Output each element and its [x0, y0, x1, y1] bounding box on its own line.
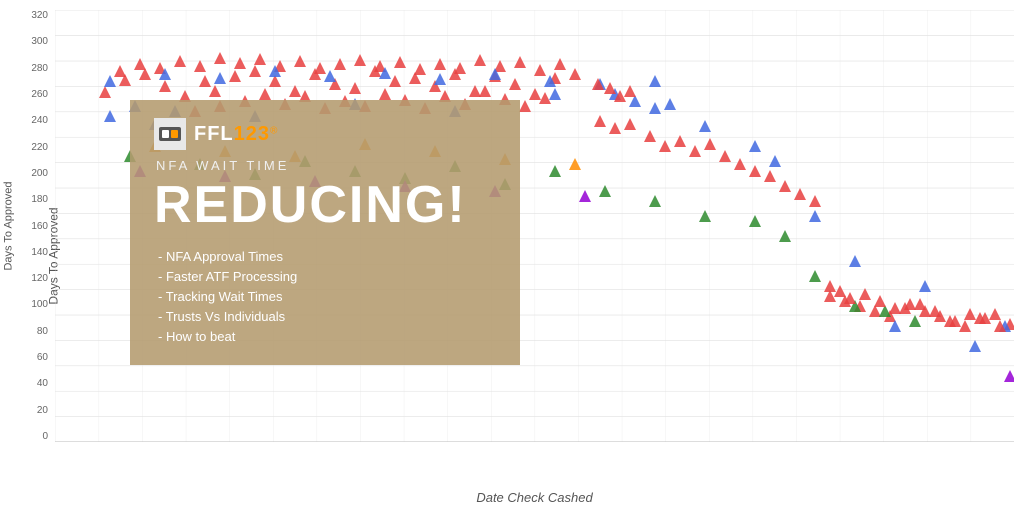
y-axis-label-container: Days To Approved	[0, 10, 18, 442]
y-tick-300: 300	[31, 36, 48, 47]
y-tick-40: 40	[37, 378, 48, 389]
x-axis-label: Date Check Cashed	[476, 490, 592, 505]
y-tick-60: 60	[37, 352, 48, 363]
y-tick-120: 120	[31, 273, 48, 284]
bullet-item-2: - Faster ATF Processing	[154, 269, 496, 284]
logo-row: FFL123®	[154, 118, 496, 150]
bullet-list: - NFA Approval Times - Faster ATF Proces…	[154, 249, 496, 344]
y-tick-220: 220	[31, 142, 48, 153]
y-tick-260: 260	[31, 89, 48, 100]
chart-container: Days To Approved	[0, 0, 1024, 512]
logo-icon	[154, 118, 186, 150]
logo-number: 123	[234, 123, 270, 145]
y-tick-240: 240	[31, 115, 48, 126]
x-axis-label-container: Date Check Cashed	[55, 489, 1014, 507]
y-axis-label: Days To Approved	[3, 181, 15, 270]
y-tick-280: 280	[31, 63, 48, 74]
bullet-item-4: - Trusts Vs Individuals	[154, 309, 496, 324]
y-tick-200: 200	[31, 168, 48, 179]
main-heading: REDUCING!	[154, 179, 496, 231]
logo-registered: ®	[270, 125, 277, 136]
logo-text: FFL123®	[194, 123, 277, 146]
y-tick-320: 320	[31, 10, 48, 21]
bullet-item-1: - NFA Approval Times	[154, 249, 496, 264]
y-tick-100: 100	[31, 299, 48, 310]
overlay-card: FFL123® NFA WAIT TIME REDUCING! - NFA Ap…	[130, 100, 520, 365]
y-tick-20: 20	[37, 405, 48, 416]
y-tick-160: 160	[31, 221, 48, 232]
subtitle: NFA WAIT TIME	[156, 158, 496, 173]
y-tick-0: 0	[42, 431, 48, 442]
logo-ffl: FFL	[194, 123, 234, 145]
y-tick-180: 180	[31, 194, 48, 205]
bullet-item-5: - How to beat	[154, 329, 496, 344]
y-tick-140: 140	[31, 247, 48, 258]
y-tick-80: 80	[37, 326, 48, 337]
bullet-item-3: - Tracking Wait Times	[154, 289, 496, 304]
